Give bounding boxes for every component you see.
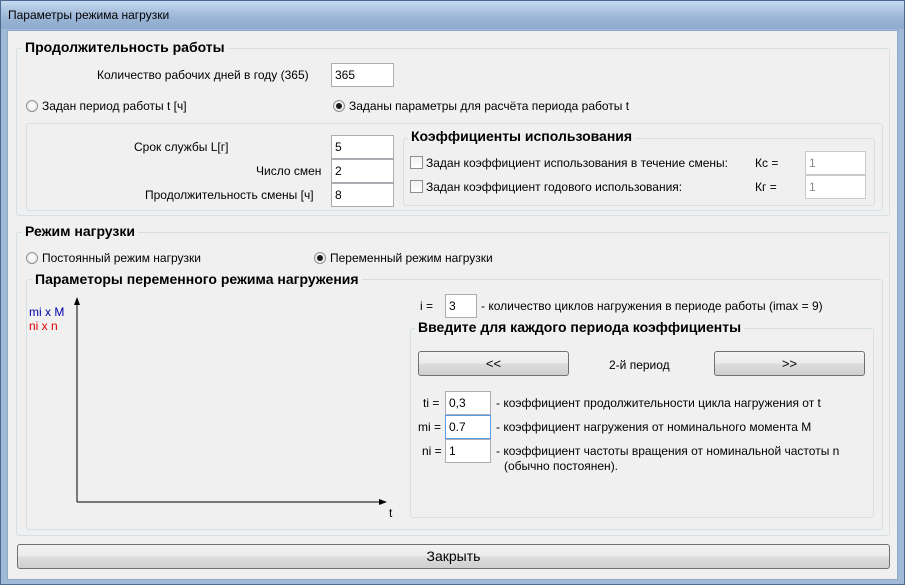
current-period-label: 2-й период [609,358,670,372]
ti-label: ti = [423,396,440,410]
ni-input[interactable]: 1 [445,439,491,463]
radio-constant-load[interactable] [26,252,38,264]
service-life-label: Срок службы L[г] [134,140,229,154]
shift-duration-input[interactable]: 8 [331,183,394,207]
dialog-client-area: Продолжительность работы Количество рабо… [7,30,898,580]
window-title: Параметры режима нагрузки [8,8,170,22]
radio-params-given-label[interactable]: Заданы параметры для расчёта периода раб… [349,99,629,113]
next-period-button[interactable]: >> [714,351,865,376]
mi-input[interactable]: 0.7 [445,415,491,439]
period-coefficients-title: Введите для каждого периода коэффициенты [415,319,745,335]
prev-period-button[interactable]: << [418,351,569,376]
radio-variable-load-label[interactable]: Переменный режим нагрузки [330,251,493,265]
radio-period-given[interactable] [26,100,38,112]
legend-m: mi x M [29,305,65,319]
close-button[interactable]: Закрыть [17,544,890,569]
mi-label: mi = [418,420,442,434]
mi-description: - коэффициент нагружения от номинального… [496,420,812,434]
kc-input[interactable]: 1 [805,151,866,175]
service-life-input[interactable]: 5 [331,135,394,159]
dialog-window: Параметры режима нагрузки Продолжительно… [0,0,905,585]
y-axis-arrow [74,297,80,305]
ni-description-note: (обычно постоянен). [504,459,619,473]
x-axis-label: t [389,506,393,520]
radio-variable-load[interactable] [314,252,326,264]
kc-checkbox-label[interactable]: Задан коэффициент использования в течени… [426,156,728,170]
plot-legend: mi x M ni x n [29,305,64,333]
title-bar[interactable]: Параметры режима нагрузки [1,1,904,29]
work-duration-title: Продолжительность работы [22,39,228,55]
cycles-description: - количество циклов нагружения в периоде… [481,299,823,313]
kg-label: Кг = [755,180,777,194]
kc-label: Кс = [755,156,779,170]
radio-period-given-label[interactable]: Задан период работы t [ч] [42,99,187,113]
load-diagram [74,297,387,505]
shifts-input[interactable]: 2 [331,159,394,183]
radio-constant-load-label[interactable]: Постоянный режим нагрузки [42,251,201,265]
shift-duration-label: Продолжительность смены [ч] [145,188,314,202]
ni-description: - коэффициент частоты вращения от номина… [496,444,840,458]
load-mode-title: Режим нагрузки [22,223,138,239]
cycles-label: i = [420,299,434,313]
shifts-label: Число смен [256,164,322,178]
kg-checkbox[interactable] [410,180,423,193]
ni-label: ni = [422,444,442,458]
coefficients-title: Коэффициенты использования [408,128,636,144]
kg-checkbox-label[interactable]: Задан коэффициент годового использования… [426,180,682,194]
radio-params-given[interactable] [333,100,345,112]
legend-n: ni x n [29,319,58,333]
working-days-input[interactable]: 365 [331,63,394,87]
kg-input[interactable]: 1 [805,175,866,199]
working-days-label: Количество рабочих дней в году (365) [97,68,309,82]
ti-description: - коэффициент продолжительности цикла на… [496,396,821,410]
cycles-input[interactable]: 3 [445,294,477,318]
ti-input[interactable]: 0,3 [445,391,491,415]
kc-checkbox[interactable] [410,156,423,169]
x-axis-arrow [379,499,387,505]
